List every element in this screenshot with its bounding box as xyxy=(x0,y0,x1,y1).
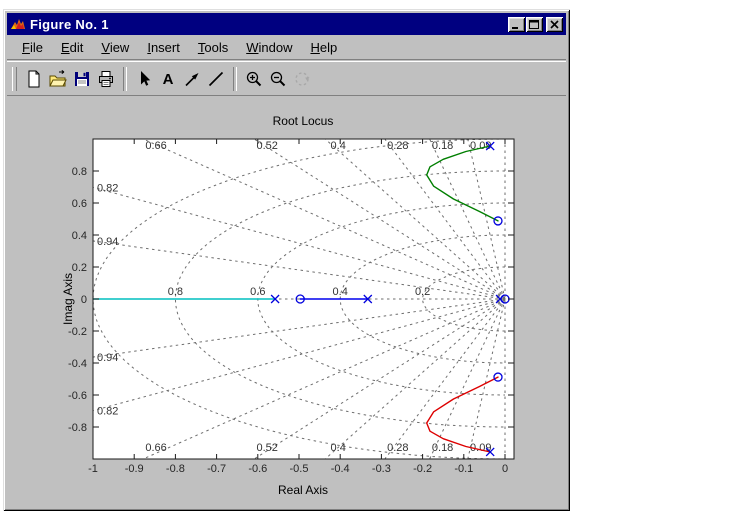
frequency-label: 0.4 xyxy=(333,286,348,298)
x-tick-label: -0.6 xyxy=(248,463,267,475)
damping-label: 0.52 xyxy=(256,442,277,454)
damping-label: 0.94 xyxy=(97,352,118,364)
root-locus-plot[interactable]: 0.090.090.180.180.280.280.40.40.520.520.… xyxy=(0,0,750,520)
x-axis-label: Real Axis xyxy=(278,483,328,497)
damping-label: 0.82 xyxy=(97,182,118,194)
damping-label: 0.94 xyxy=(97,236,118,248)
frequency-label: 0.6 xyxy=(250,286,265,298)
x-tick-label: -0.8 xyxy=(166,463,185,475)
damping-label: 0.66 xyxy=(145,442,166,454)
plot-title: Root Locus xyxy=(273,114,334,128)
x-tick-label: -0.7 xyxy=(207,463,226,475)
x-tick-label: -1 xyxy=(88,463,98,475)
damping-label: 0.52 xyxy=(256,140,277,152)
damping-label: 0.4 xyxy=(331,140,346,152)
damping-label: 0.28 xyxy=(387,442,408,454)
y-tick-label: 0.6 xyxy=(72,198,87,210)
y-tick-label: 0.2 xyxy=(72,262,87,274)
y-tick-label: -0.6 xyxy=(68,390,87,402)
x-tick-label: 0 xyxy=(502,463,508,475)
damping-label: 0.18 xyxy=(432,140,453,152)
y-tick-label: 0 xyxy=(81,294,87,306)
x-tick-label: -0.4 xyxy=(331,463,350,475)
y-axis-label: Imag Axis xyxy=(61,273,75,325)
damping-label: 0.82 xyxy=(97,406,118,418)
y-tick-label: -0.2 xyxy=(68,326,87,338)
x-tick-label: -0.9 xyxy=(125,463,144,475)
frequency-label: 0.2 xyxy=(415,286,430,298)
x-tick-label: -0.3 xyxy=(372,463,391,475)
y-tick-label: 0.8 xyxy=(72,166,87,178)
x-tick-label: -0.5 xyxy=(290,463,309,475)
damping-label: 0.4 xyxy=(331,442,346,454)
y-tick-label: -0.8 xyxy=(68,422,87,434)
damping-label: 0.66 xyxy=(145,140,166,152)
frequency-label: 0.8 xyxy=(168,286,183,298)
x-tick-label: -0.2 xyxy=(413,463,432,475)
y-tick-label: 0.4 xyxy=(72,230,87,242)
y-tick-label: -0.4 xyxy=(68,358,87,370)
x-tick-label: -0.1 xyxy=(454,463,473,475)
damping-label: 0.18 xyxy=(432,442,453,454)
damping-label: 0.28 xyxy=(387,140,408,152)
